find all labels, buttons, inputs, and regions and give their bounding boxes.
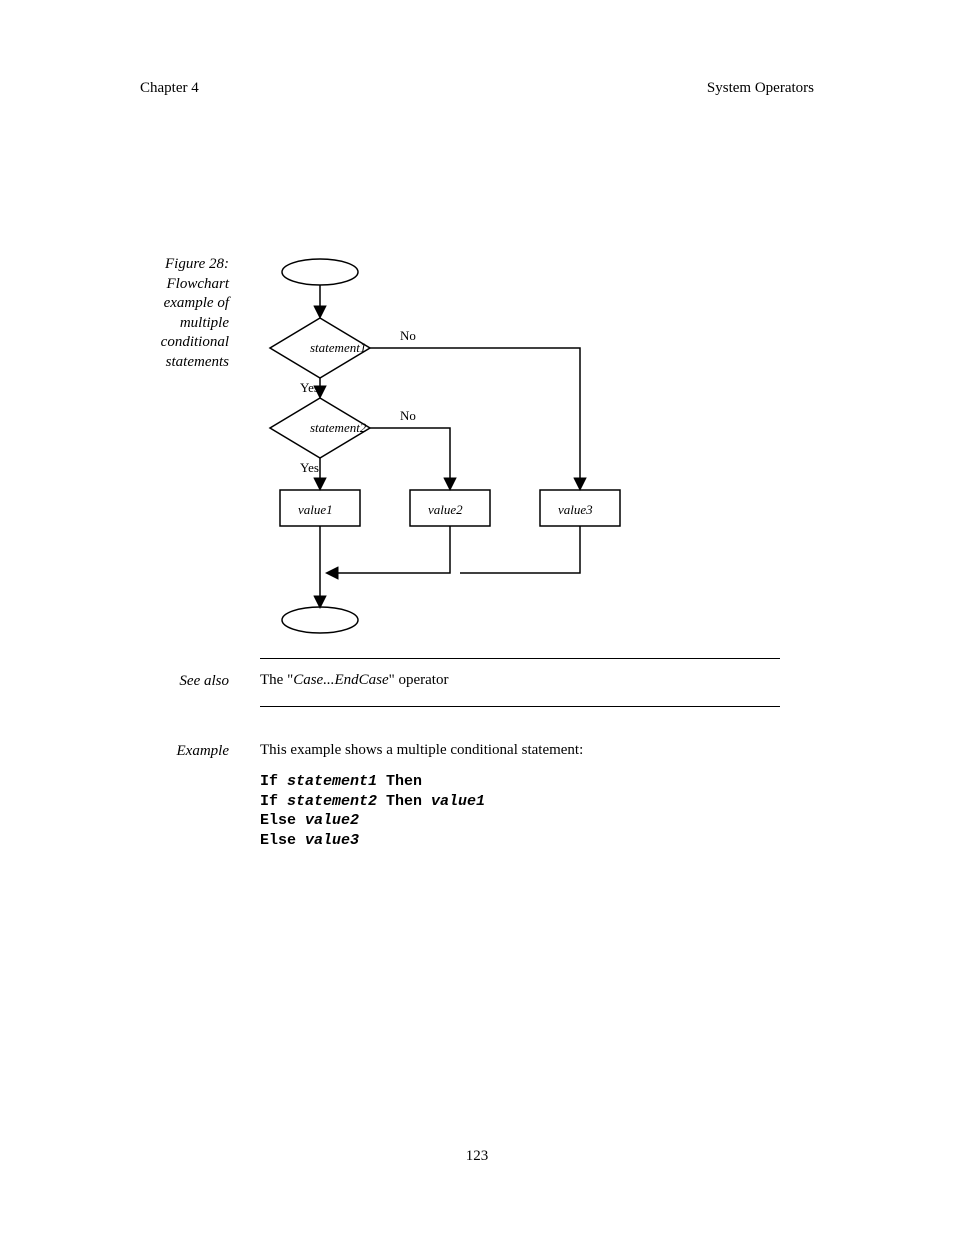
header-chapter-title: System Operators [707, 80, 814, 97]
label-value1: value1 [298, 502, 333, 518]
see-also-label: See also [159, 672, 229, 692]
page-number: 123 [0, 1148, 954, 1165]
flowchart-svg [260, 248, 780, 648]
label-no2: No [400, 408, 416, 424]
see-also-suffix: " operator [389, 672, 449, 688]
see-also-text: The "Case...EndCase" operator [260, 672, 448, 689]
label-value3: value3 [558, 502, 593, 518]
label-no1: No [400, 328, 416, 344]
label-value2: value2 [428, 502, 463, 518]
see-also-emphasis: Case...EndCase [293, 672, 388, 688]
example-label: Example [159, 742, 229, 762]
separator-top [260, 658, 780, 659]
label-statement1: statement1 [310, 340, 366, 356]
code-block: If statement1 Then If statement2 Then va… [260, 772, 485, 850]
label-statement2: statement2 [310, 420, 366, 436]
figure-caption: Figure 28: Flowchart example of multiple… [119, 255, 229, 372]
header-chapter-label: Chapter 4 [140, 80, 199, 97]
example-intro: This example shows a multiple conditiona… [260, 742, 583, 759]
separator-bottom [260, 706, 780, 707]
page: Chapter 4 System Operators Figure 28: Fl… [0, 0, 954, 1235]
flowchart [260, 248, 780, 648]
label-yes2: Yes [300, 460, 319, 476]
label-yes1: Yes [300, 380, 319, 396]
see-also-prefix: The " [260, 672, 293, 688]
